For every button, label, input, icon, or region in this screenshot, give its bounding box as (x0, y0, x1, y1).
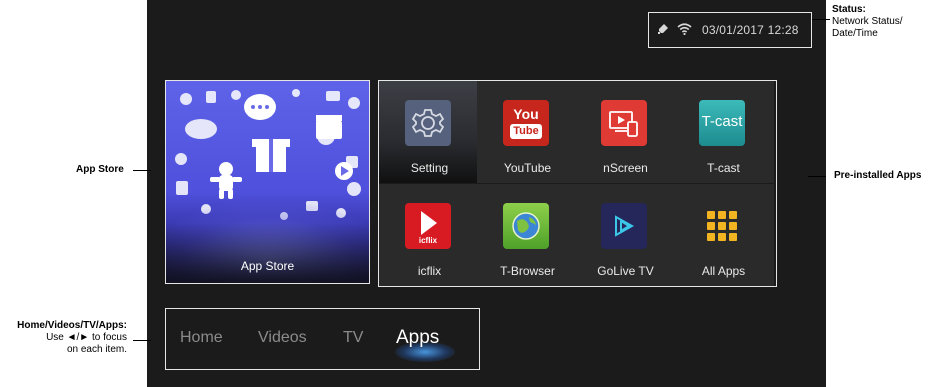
nav-item-videos[interactable]: Videos (258, 329, 307, 347)
nav-callout: Home/Videos/TV/Apps: Use ◄/► to focus on… (0, 320, 127, 356)
app-store-label: App Store (240, 259, 295, 273)
icflix-icon-text: icflix (418, 236, 438, 245)
golive-icon (601, 203, 647, 249)
status-callout-line1: Network Status/ (832, 16, 903, 27)
tcast-icon: T-cast (699, 100, 745, 146)
tcast-icon-text: T-cast (701, 113, 743, 130)
nscreen-icon (601, 100, 647, 146)
app-tile-youtube[interactable]: You Tube YouTube (477, 81, 578, 183)
app-label: YouTube (503, 161, 552, 175)
app-label: All Apps (701, 264, 746, 278)
app-label: Setting (410, 161, 449, 175)
usb-icon (657, 23, 669, 38)
status-bar: 03/01/2017 12:28 (648, 12, 812, 48)
app-tile-golive-tv[interactable]: GoLive TV (575, 184, 676, 286)
app-label: icflix (417, 264, 442, 278)
app-tile-t-browser[interactable]: T-Browser (477, 184, 578, 286)
status-callout: Status: Network Status/ Date/Time (832, 4, 903, 40)
preinstalled-callout: Pre-installed Apps (834, 170, 921, 182)
nav-callout-line2: on each item. (66, 344, 127, 355)
browser-icon (503, 203, 549, 249)
appstore-callout-line (133, 170, 151, 171)
app-store-tile[interactable]: App Store (165, 80, 370, 284)
status-callout-line (812, 19, 830, 20)
bottom-nav: Home Videos TV Apps (165, 308, 480, 370)
nav-callout-line1: Use ◄/► to focus (46, 332, 127, 343)
grid-icon (699, 203, 745, 249)
youtube-icon-text-bottom: Tube (510, 124, 542, 139)
nav-callout-title: Home/Videos/TV/Apps: (17, 320, 127, 331)
status-callout-title: Status: (832, 4, 866, 15)
preinstalled-callout-text: Pre-installed Apps (834, 170, 922, 181)
date-time: 03/01/2017 12:28 (702, 23, 799, 37)
youtube-icon: You Tube (503, 100, 549, 146)
app-label: T-cast (707, 161, 740, 175)
nav-callout-line (133, 340, 151, 341)
preinstalled-apps-grid: Setting You Tube YouTube nScreen T-cast … (378, 80, 777, 287)
app-tile-nscreen[interactable]: nScreen (575, 81, 676, 183)
app-label: nScreen (603, 161, 648, 175)
nav-item-home[interactable]: Home (180, 329, 223, 347)
icflix-icon: icflix (405, 203, 451, 249)
appstore-callout: App Store (76, 164, 124, 176)
nav-item-tv[interactable]: TV (343, 329, 363, 347)
youtube-icon-text-top: You (513, 106, 539, 122)
status-callout-line2: Date/Time (832, 28, 878, 39)
gear-icon (405, 100, 451, 146)
app-tile-setting[interactable]: Setting (379, 81, 480, 183)
app-tile-icflix[interactable]: icflix icflix (379, 184, 480, 286)
appstore-callout-text: App Store (76, 164, 124, 175)
wifi-icon (677, 22, 692, 38)
app-label: GoLive TV (597, 264, 654, 278)
app-tile-tcast[interactable]: T-cast T-cast (673, 81, 774, 183)
app-tile-all-apps[interactable]: All Apps (673, 184, 774, 286)
app-label: T-Browser (500, 264, 555, 278)
nav-item-apps[interactable]: Apps (396, 327, 439, 349)
preinstalled-callout-line (808, 176, 826, 177)
